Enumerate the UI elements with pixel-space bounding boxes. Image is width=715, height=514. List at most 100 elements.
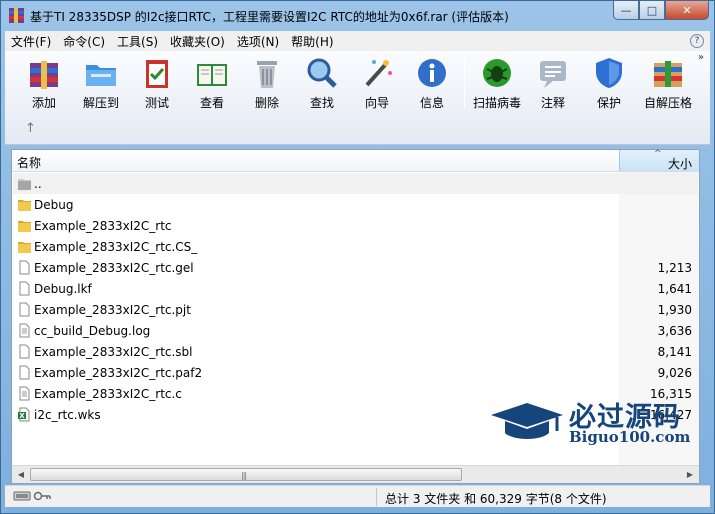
protect-label: 保护 [596, 96, 621, 110]
file-name: Example_2833xI2C_rtc [34, 219, 172, 233]
file-size: 3,636 [657, 324, 692, 338]
file-name: Example_2833xI2C_rtc.CS_ [34, 240, 198, 254]
file-icon [19, 281, 30, 296]
table-row[interactable]: Example_2833xI2C_rtc.gel 1,213 [13, 257, 698, 278]
shield-icon [591, 55, 627, 91]
file-name: .. [34, 177, 42, 191]
info-icon [414, 55, 450, 91]
menu-file[interactable]: 文件(F) [5, 33, 57, 50]
column-size-label: 大小 [667, 157, 692, 171]
scrollbar-thumb[interactable]: ||| [30, 468, 462, 481]
sfx-button[interactable]: 自解压格 [638, 55, 698, 111]
sfx-box-icon [650, 55, 686, 91]
open-book-icon [194, 55, 230, 91]
window-title: 基于TI 28335DSP 的I2c接口RTC，工程里需要设置I2C RTC的地… [30, 10, 509, 24]
minimize-button[interactable]: — [613, 1, 639, 20]
table-row[interactable]: Example_2833xI2C_rtc.CS_ [13, 236, 698, 257]
magnifier-icon [304, 55, 340, 91]
extract-to-label: 解压到 [82, 96, 119, 110]
wizard-label: 向导 [364, 96, 389, 110]
comment-label: 注释 [540, 96, 565, 110]
table-row[interactable]: Debug.lkf 1,641 [13, 278, 698, 299]
menu-commands[interactable]: 命令(C) [57, 33, 111, 50]
table-row[interactable]: Example_2833xI2C_rtc.sbl 8,141 [13, 341, 698, 362]
info-button[interactable]: 信息 [405, 55, 459, 111]
extract-to-button[interactable]: 解压到 [74, 55, 128, 111]
table-row[interactable]: Example_2833xI2C_rtc.paf2 9,026 [13, 362, 698, 383]
delete-button[interactable]: 删除 [240, 55, 294, 111]
test-label: 测试 [144, 96, 169, 110]
file-name: Example_2833xI2C_rtc.paf2 [34, 366, 203, 380]
clipboard-check-icon [139, 55, 175, 91]
find-button[interactable]: 查找 [295, 55, 349, 111]
watermark-en: Biguo100.com [569, 428, 691, 446]
scroll-left-arrow-icon[interactable]: ◀ [13, 467, 29, 482]
file-size: 1,213 [657, 261, 692, 275]
title-bar[interactable]: 基于TI 28335DSP 的I2c接口RTC，工程里需要设置I2C RTC的地… [1, 1, 714, 31]
file-size: 1,930 [657, 303, 692, 317]
file-name: Debug.lkf [34, 282, 92, 296]
toolbar: 添加 解压到 测试 查看 删除 查找 向导 信息 扫描病毒 注释 保护 自解压格… [5, 51, 710, 145]
view-button[interactable]: 查看 [185, 55, 239, 111]
table-row-parent[interactable]: .. [13, 173, 698, 194]
maximize-button[interactable]: □ [639, 1, 665, 20]
close-button[interactable]: ✕ [665, 1, 709, 20]
file-size: 9,026 [657, 366, 692, 380]
view-label: 查看 [199, 96, 224, 110]
menu-tools[interactable]: 工具(S) [111, 33, 164, 50]
find-label: 查找 [309, 96, 334, 110]
drive-key-icon[interactable] [13, 490, 53, 502]
table-row[interactable]: cc_build_Debug.log 3,636 [13, 320, 698, 341]
parent-folder-icon [18, 179, 31, 190]
comment-icon [535, 55, 571, 91]
file-name: Example_2833xI2C_rtc.pjt [34, 303, 191, 317]
books-add-icon [26, 55, 62, 91]
file-name: Example_2833xI2C_rtc.gel [34, 261, 194, 275]
table-row[interactable]: Example_2833xI2C_rtc.pjt 1,930 [13, 299, 698, 320]
comment-button[interactable]: 注释 [526, 55, 580, 111]
status-bar: 总计 3 文件夹 和 60,329 字节(8 个文件) [5, 485, 710, 507]
menu-options[interactable]: 选项(N) [231, 33, 285, 50]
toolbar-separator [464, 57, 465, 109]
watermark: 必过源码 Biguo100.com [487, 395, 697, 451]
toolbar-more-chevron-icon[interactable]: » [698, 52, 704, 63]
help-question-icon[interactable]: ? [690, 34, 704, 48]
scan-virus-label: 扫描病毒 [472, 96, 521, 110]
column-size[interactable]: ^ 大小 [619, 149, 699, 171]
info-label: 信息 [419, 96, 444, 110]
menu-favorites[interactable]: 收藏夹(O) [164, 33, 231, 50]
file-name: Example_2833xI2C_rtc.sbl [34, 345, 193, 359]
menu-help[interactable]: 帮助(H) [285, 33, 339, 50]
menu-bar: 文件(F) 命令(C) 工具(S) 收藏夹(O) 选项(N) 帮助(H) ? [5, 31, 710, 51]
magic-wand-icon [359, 55, 395, 91]
column-name[interactable]: 名称 [17, 154, 41, 171]
add-button[interactable]: 添加 [17, 55, 71, 111]
folder-icon [18, 221, 31, 232]
wizard-button[interactable]: 向导 [350, 55, 404, 111]
scroll-right-arrow-icon[interactable]: ▶ [682, 467, 698, 482]
up-arrow-icon[interactable]: ↑ [25, 121, 36, 136]
protect-button[interactable]: 保护 [582, 55, 636, 111]
winrar-app-icon[interactable] [8, 7, 25, 24]
file-icon [19, 365, 30, 380]
sfx-label: 自解压格 [643, 96, 692, 110]
horizontal-scrollbar[interactable]: ◀ ||| ▶ [12, 465, 699, 483]
delete-label: 删除 [254, 96, 279, 110]
folder-icon [18, 242, 31, 253]
file-size: 8,141 [657, 345, 692, 359]
table-row[interactable]: Example_2833xI2C_rtc [13, 215, 698, 236]
text-file-icon [19, 323, 30, 338]
file-name: Example_2833xI2C_rtc.c [34, 387, 182, 401]
file-name: cc_build_Debug.log [34, 324, 151, 338]
status-divider [376, 488, 377, 506]
graduation-cap-logo-icon [491, 403, 563, 439]
winrar-window: 基于TI 28335DSP 的I2c接口RTC，工程里需要设置I2C RTC的地… [0, 0, 715, 514]
scan-virus-button[interactable]: 扫描病毒 [470, 55, 524, 111]
excel-file-icon [18, 407, 30, 422]
table-row[interactable]: Debug [13, 194, 698, 215]
window-controls: — □ ✕ [613, 1, 709, 20]
trash-can-icon [249, 55, 285, 91]
file-name: Debug [34, 198, 74, 212]
file-name: i2c_rtc.wks [34, 408, 101, 422]
test-button[interactable]: 测试 [130, 55, 184, 111]
